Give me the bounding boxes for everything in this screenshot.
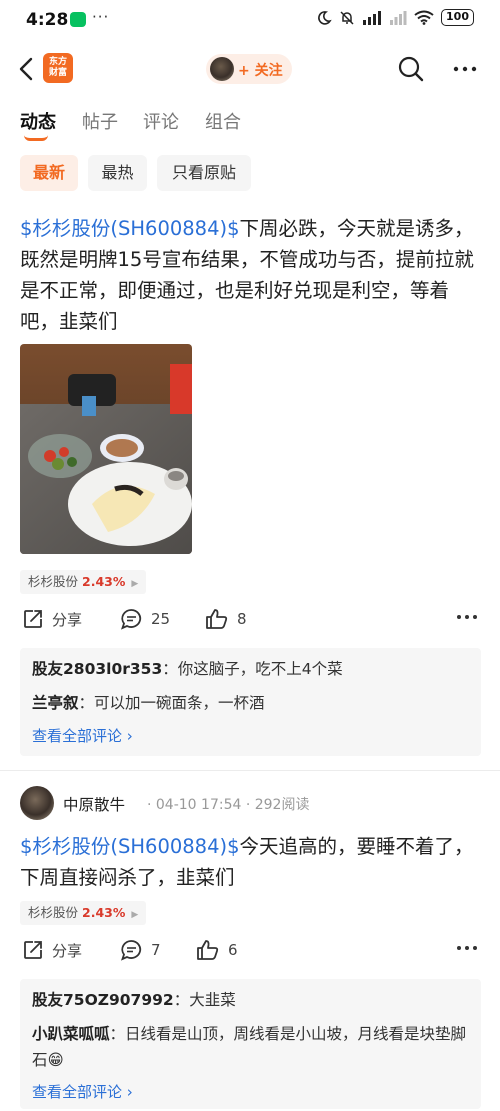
share-button[interactable]: 分享 <box>22 939 82 961</box>
status-icons: 100 <box>316 9 474 26</box>
comment-text: 大韭菜 <box>189 991 236 1009</box>
comment-bubble-icon <box>121 609 142 630</box>
tab-posts[interactable]: 帖子 <box>82 108 118 134</box>
stock-tag[interactable]: 杉杉股份 2.43% ▶ <box>20 901 147 925</box>
filter-latest[interactable]: 最新 <box>20 155 78 191</box>
stock-tag-change: 2.43% <box>82 574 126 589</box>
top-nav: 东方 财富 + 关注 <box>0 48 500 92</box>
view-all-comments-link[interactable]: 查看全部评论 › <box>32 1081 133 1102</box>
active-tab-indicator <box>24 135 48 141</box>
like-count: 8 <box>237 610 247 628</box>
comment-item[interactable]: 股友2803l0r353：你这脑子，吃不上4个菜 <box>32 656 472 682</box>
post-actions: 分享 7 6 <box>0 939 500 969</box>
post-body[interactable]: $杉杉股份(SH600884)$今天追高的，要睡不着了，下周直接闷杀了，韭菜们 <box>20 831 482 893</box>
stock-tag-name: 杉杉股份 <box>28 905 79 920</box>
comment-bubble-icon <box>121 940 142 961</box>
view-all-label: 查看全部评论 <box>32 727 123 745</box>
comment-item[interactable]: 兰亭叙：可以加一碗面条，一杯酒 <box>32 690 472 716</box>
comment-user[interactable]: 小趴菜呱呱 <box>32 1025 110 1043</box>
stock-tag-name: 杉杉股份 <box>28 574 79 589</box>
post-meta: · 04-10 17:54 · 292阅读 <box>147 797 310 813</box>
tag-arrow-icon: ▶ <box>131 579 139 589</box>
filter-hottest[interactable]: 最热 <box>88 155 147 191</box>
comment-preview-box: 股友75OZ907992：大韭菜 小趴菜呱呱：日线看是山顶，周线看是小山坡，月线… <box>20 979 481 1109</box>
share-icon <box>24 610 42 628</box>
profile-avatar <box>210 57 234 81</box>
comment-text: 你这脑子，吃不上4个菜 <box>177 660 343 678</box>
post-body[interactable]: $杉杉股份(SH600884)$下周必跌，今天就是诱多，既然是明牌15号宣布结果… <box>20 213 482 337</box>
tag-arrow-icon: ▶ <box>131 910 139 920</box>
comment-preview-box: 股友2803l0r353：你这脑子，吃不上4个菜 兰亭叙：可以加一碗面条，一杯酒… <box>20 648 481 756</box>
thumbs-up-icon <box>197 940 219 960</box>
thumbs-up-icon <box>206 609 228 629</box>
wechat-notification-icon <box>70 12 86 27</box>
signal-icon <box>363 10 382 25</box>
comment-sep: ： <box>162 660 178 678</box>
filter-original-only[interactable]: 只看原贴 <box>157 155 251 191</box>
comment-sep: ： <box>173 991 190 1009</box>
post-photo[interactable] <box>20 344 192 554</box>
like-count: 6 <box>228 941 238 959</box>
author-avatar[interactable] <box>20 786 54 820</box>
follow-button[interactable]: + 关注 <box>206 54 292 84</box>
comment-count: 7 <box>151 941 161 959</box>
post-actions: 分享 25 8 <box>0 608 500 638</box>
battery-indicator: 100 <box>441 9 474 26</box>
post-divider <box>0 770 500 771</box>
profile-tabs: 动态 帖子 评论 组合 <box>0 108 500 144</box>
comment-button[interactable]: 25 <box>120 608 170 630</box>
share-label: 分享 <box>52 610 83 629</box>
share-label: 分享 <box>52 941 83 960</box>
stock-profile-page: 4:28 ··· 100 东方 财富 + 关注 动态 帖子 评论 组合 最新 最… <box>0 0 500 1111</box>
wifi-icon <box>414 10 434 25</box>
comment-user[interactable]: 兰亭叙 <box>32 694 79 712</box>
share-button[interactable]: 分享 <box>22 608 82 630</box>
tab-portfolio[interactable]: 组合 <box>205 108 241 134</box>
status-more-dots: ··· <box>92 8 110 26</box>
comment-count: 25 <box>151 610 171 628</box>
comment-user[interactable]: 股友2803l0r353 <box>32 660 162 678</box>
like-button[interactable]: 6 <box>196 939 238 961</box>
comment-item[interactable]: 小趴菜呱呱：日线看是山顶，周线看是小山坡，月线看是块垫脚石😁 <box>32 1021 472 1073</box>
more-options-icon[interactable] <box>450 54 480 84</box>
comment-item[interactable]: 股友75OZ907992：大韭菜 <box>32 987 472 1013</box>
tab-comments[interactable]: 评论 <box>143 108 179 134</box>
food-photo-image <box>20 344 192 554</box>
moon-icon <box>318 10 332 25</box>
logo-text-1: 东方 <box>48 57 67 67</box>
comment-sep: ： <box>78 694 95 712</box>
eastmoney-logo: 东方 财富 <box>43 53 73 83</box>
share-icon <box>24 941 42 959</box>
status-time: 4:28 <box>26 10 69 30</box>
stock-link[interactable]: $杉杉股份(SH600884)$ <box>20 217 240 240</box>
comment-text: 可以加一碗面条，一杯酒 <box>94 694 265 712</box>
back-arrow-icon[interactable] <box>14 54 42 84</box>
chevron-right-icon: › <box>126 1083 133 1101</box>
view-all-label: 查看全部评论 <box>32 1083 123 1101</box>
logo-text-2: 财富 <box>48 68 67 78</box>
stock-tag-change: 2.43% <box>82 905 126 920</box>
author-name[interactable]: 中原散牛 <box>63 793 125 815</box>
view-all-comments-link[interactable]: 查看全部评论 › <box>32 725 133 746</box>
post-more-icon[interactable] <box>456 943 478 953</box>
stock-link[interactable]: $杉杉股份(SH600884)$ <box>20 835 240 858</box>
mute-bell-icon <box>340 10 354 25</box>
comment-sep: ： <box>109 1025 126 1043</box>
comment-button[interactable]: 7 <box>120 939 161 961</box>
status-bar: 4:28 ··· 100 <box>0 0 500 42</box>
tab-dynamics[interactable]: 动态 <box>20 108 56 134</box>
stock-tag[interactable]: 杉杉股份 2.43% ▶ <box>20 570 147 594</box>
post-more-icon[interactable] <box>456 612 478 622</box>
signal-2-icon <box>390 10 407 25</box>
follow-label: + 关注 <box>238 63 283 79</box>
search-icon[interactable] <box>396 54 426 84</box>
chevron-right-icon: › <box>126 727 133 745</box>
comment-user[interactable]: 股友75OZ907992 <box>32 991 174 1009</box>
like-button[interactable]: 8 <box>205 608 247 630</box>
